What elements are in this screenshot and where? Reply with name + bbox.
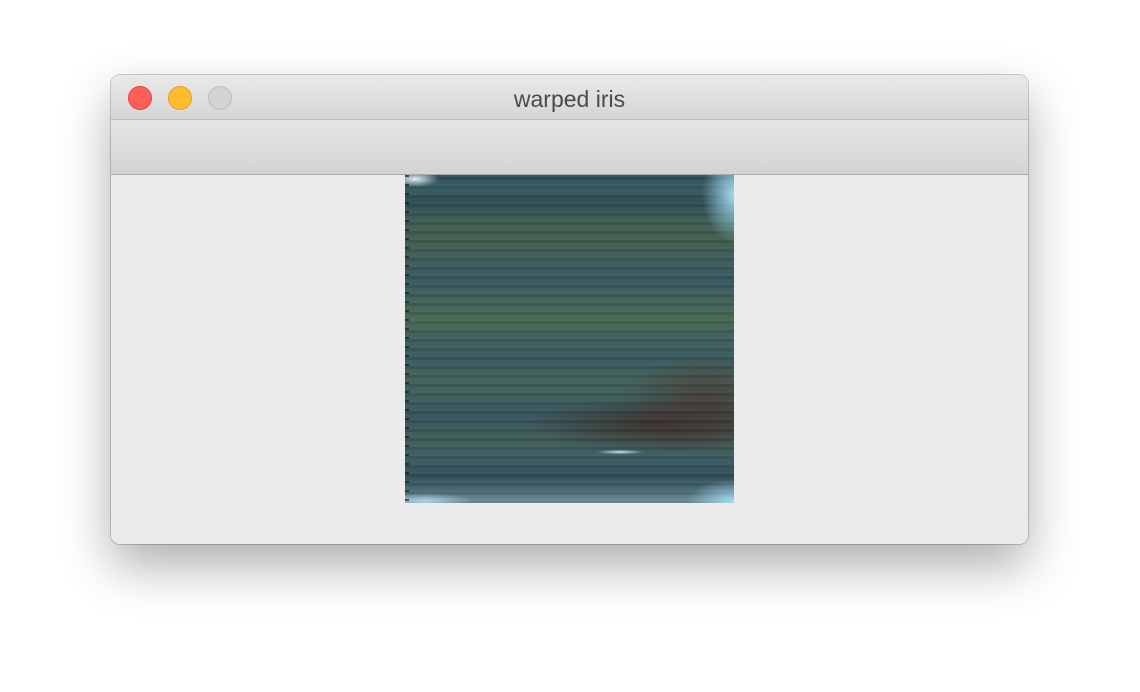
image-texture: [405, 175, 734, 503]
title-bar[interactable]: warped iris: [111, 75, 1028, 120]
image-highlight: [674, 463, 734, 503]
window-title: warped iris: [513, 86, 626, 112]
warped-iris-image: [405, 175, 734, 503]
content-area: [111, 175, 1028, 544]
toolbar: [111, 120, 1028, 175]
image-highlight: [405, 487, 485, 503]
image-highlight: [694, 175, 734, 245]
image-highlight: [590, 449, 650, 455]
image-edge: [405, 175, 409, 503]
app-window: warped iris: [111, 75, 1028, 544]
image-highlight: [405, 175, 445, 191]
